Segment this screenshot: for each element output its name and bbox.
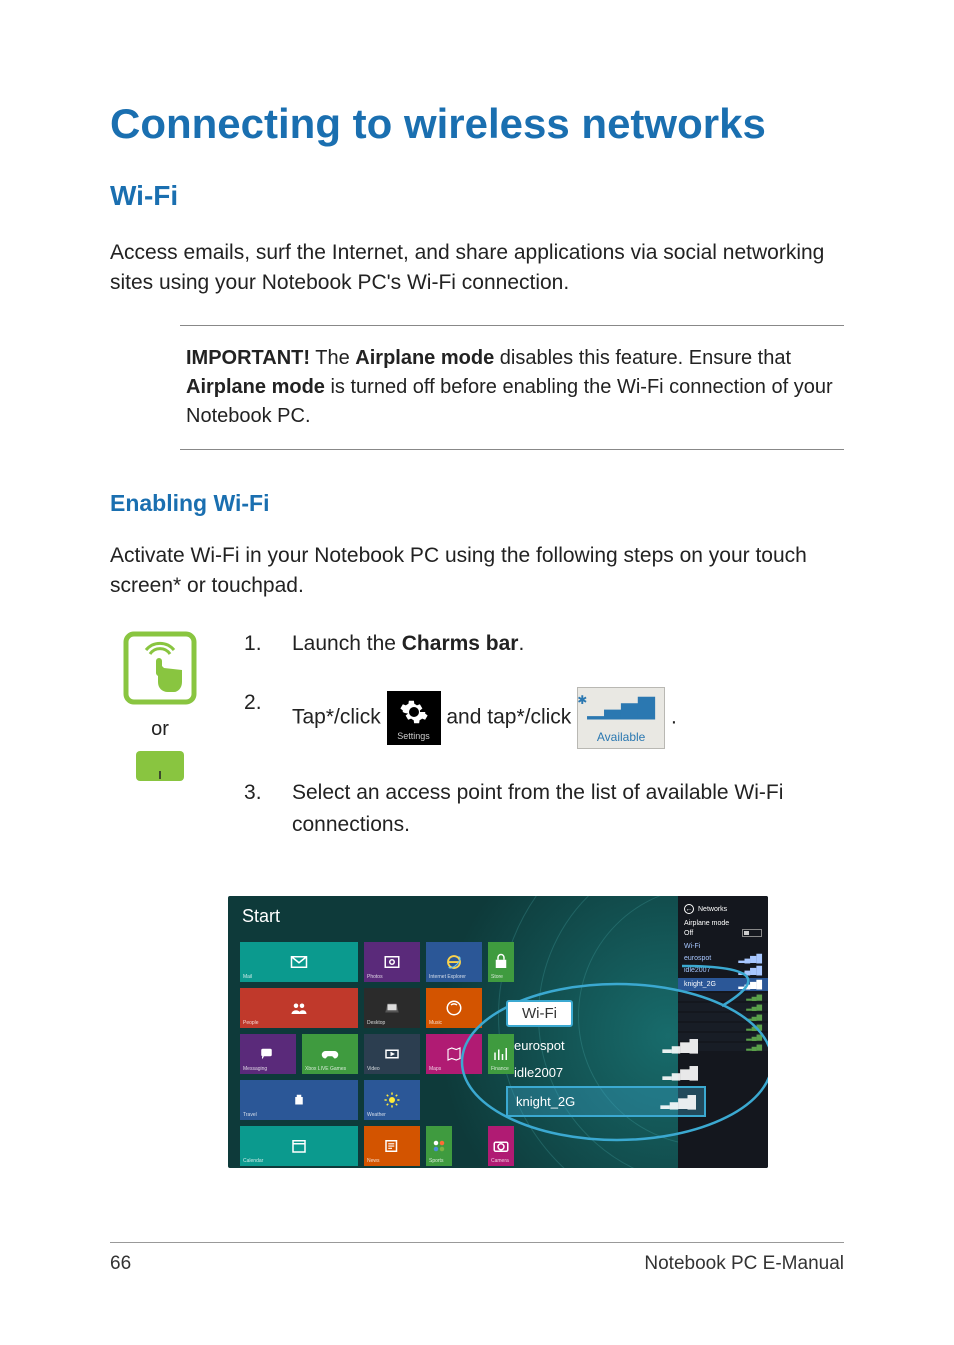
start-tile-xbox-live-games[interactable]: Xbox LIVE Games [302,1034,358,1074]
input-method-column: or [110,628,210,869]
step-3: Select an access point from the list of … [244,777,844,840]
start-screen-figure: Start MailPhotosInternet ExplorerStorePe… [228,896,768,1168]
wifi-available-icon: ✱▁▃▅▇ Available [577,687,665,749]
important-bold-d: Airplane mode [186,376,325,398]
page-number: 66 [110,1253,131,1275]
start-tile-messaging[interactable]: Messaging [240,1034,296,1074]
wifi-callout-list: eurospot▂▄▆█idle2007▂▄▆█knight_2G▂▄▆█ [506,1032,706,1117]
important-text-c: disables this feature. Ensure that [494,347,791,369]
wifi-network-item[interactable]: eurospot▂▄▆█ [506,1032,706,1059]
steps-list: Launch the Charms bar. Tap*/click Settin… [244,628,844,841]
airplane-mode-state: Off [684,930,693,937]
start-tile-mail[interactable]: Mail [240,942,358,982]
start-tile-desktop[interactable]: Desktop [364,988,420,1028]
start-tile-news[interactable]: News [364,1126,420,1166]
step-1: Launch the Charms bar. [244,628,844,660]
step-2-text-a: Tap*/click [292,706,387,729]
or-label: or [110,718,210,741]
start-tile-photos[interactable]: Photos [364,942,420,982]
step-2-text-b: and tap*/click [446,706,577,729]
touchscreen-tap-icon [120,628,200,708]
intro-paragraph: Access emails, surf the Internet, and sh… [110,238,844,299]
airplane-mode-label: Airplane mode [684,920,729,927]
step-1-text-c: . [518,632,524,655]
important-label: IMPORTANT! [186,347,310,369]
settings-charm-icon: Settings [387,691,441,745]
step-2-text-c: . [671,706,677,729]
start-tile-video[interactable]: Video [364,1034,420,1074]
start-tile-calendar[interactable]: Calendar [240,1126,358,1166]
footer-label: Notebook PC E-Manual [644,1253,844,1275]
start-label: Start [242,906,280,927]
enabling-wifi-heading: Enabling Wi-Fi [110,490,844,517]
wifi-callout-label: Wi-Fi [506,1000,573,1027]
start-tile-people[interactable]: People [240,988,358,1028]
networks-wifi-section: Wi-Fi [684,943,762,950]
step-1-bold: Charms bar [402,632,519,655]
important-text-a: The [310,347,355,369]
networks-back-icon: ← [684,904,694,914]
start-tile-weather[interactable]: Weather [364,1080,420,1120]
wifi-heading: Wi-Fi [110,180,844,212]
important-note: IMPORTANT! The Airplane mode disables th… [180,325,844,450]
settings-charm-label: Settings [387,730,441,744]
airplane-mode-toggle[interactable] [742,929,762,937]
enabling-intro: Activate Wi-Fi in your Notebook PC using… [110,541,844,602]
step-2: Tap*/click Settings and tap*/click ✱▁▃▅▇… [244,687,844,749]
networks-title: Networks [698,906,727,913]
touchpad-icon [136,751,184,781]
page-footer: 66 Notebook PC E-Manual [110,1242,844,1275]
network-mini-item[interactable]: eurospot▂▄▆█ [684,954,762,963]
wifi-available-label: Available [578,728,664,746]
wifi-network-item[interactable]: knight_2G▂▄▆█ [506,1086,706,1117]
start-tile-travel[interactable]: Travel [240,1080,358,1120]
start-tile-sports[interactable]: Sports [426,1126,452,1166]
important-bold-b: Airplane mode [355,347,494,369]
page-title: Connecting to wireless networks [110,100,844,148]
wifi-network-item[interactable]: idle2007▂▄▆█ [506,1059,706,1086]
step-1-text-a: Launch the [292,632,402,655]
